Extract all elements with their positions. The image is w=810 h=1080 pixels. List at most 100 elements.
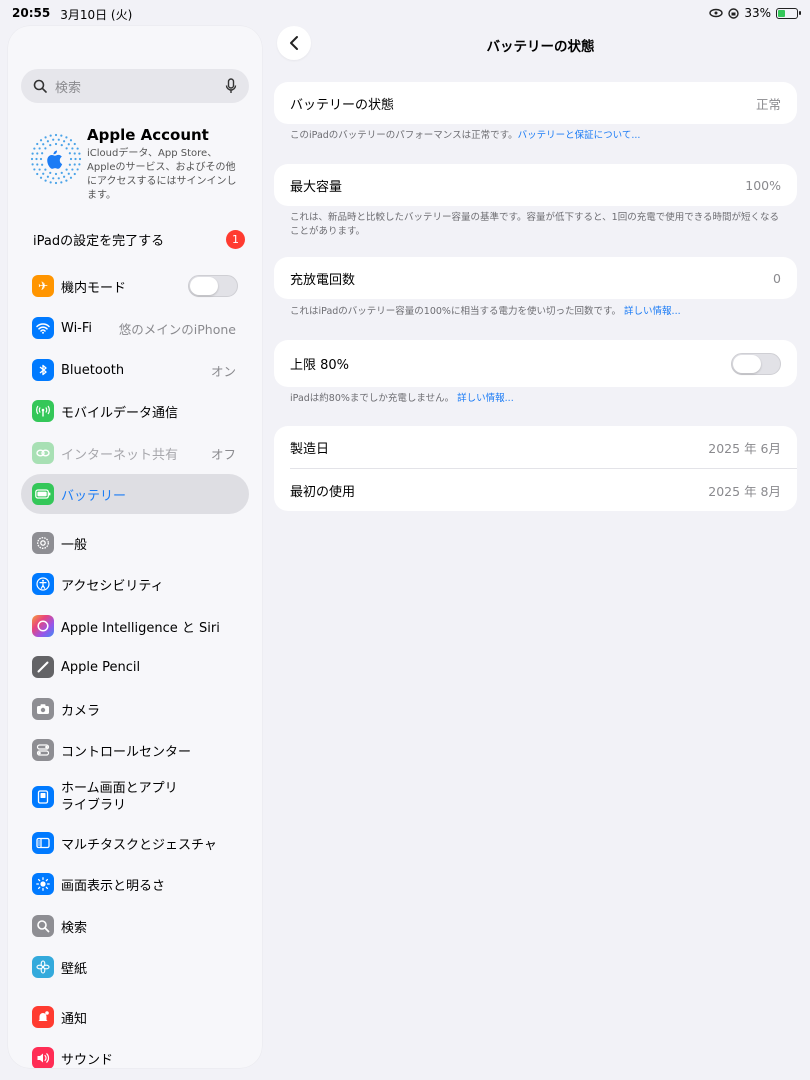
gear-icon — [32, 532, 54, 554]
link-icon — [709, 8, 724, 18]
microphone-icon[interactable] — [225, 78, 237, 94]
notification-icon — [32, 1006, 54, 1028]
cycle-count-value: 0 — [773, 270, 781, 286]
orientation-lock-icon — [728, 7, 740, 19]
sidebar-item-wifi[interactable]: Wi-Fi 悠のメインのiPhone — [21, 308, 249, 348]
cycle-count-note: これはiPadのバッテリー容量の100%に相当する電力を使い切った回数です。 詳… — [290, 305, 780, 319]
sidebar-item-sounds[interactable]: サウンド — [21, 1038, 249, 1068]
airplane-mode-toggle[interactable] — [188, 275, 238, 297]
manufacture-date-value: 2025 年 6月 — [708, 440, 781, 456]
sidebar-item-battery[interactable]: バッテリー — [21, 474, 249, 514]
sidebar-item-label: カメラ — [61, 703, 101, 719]
sidebar-item-value: オフ — [210, 446, 236, 462]
battery-warranty-link[interactable]: バッテリーと保証について... — [518, 130, 641, 141]
sidebar-item-bluetooth[interactable]: Bluetooth オン — [21, 350, 249, 390]
wifi-icon — [32, 317, 54, 339]
sidebar-item-label: Bluetooth — [61, 362, 125, 378]
max-capacity-value: 100% — [745, 177, 781, 193]
wallpaper-icon — [32, 956, 54, 978]
charge-limit-toggle[interactable] — [731, 353, 781, 375]
hotspot-icon — [32, 442, 54, 464]
battery-health-note: このiPadのバッテリーのパフォーマンスは正常です。バッテリーと保証について..… — [290, 129, 780, 143]
sidebar-item-cellular[interactable]: モバイルデータ通信 — [21, 391, 249, 431]
search-icon — [32, 915, 54, 937]
charge-limit-label: 上限 80% — [290, 358, 350, 373]
sidebar: 検索 Apple Account iCloudデータ、App Store、App… — [8, 26, 262, 1068]
status-time: 20:55 — [12, 6, 51, 20]
sidebar-item-label: 通知 — [61, 1011, 88, 1027]
sidebar-item-label: 壁紙 — [61, 961, 88, 977]
camera-icon — [32, 698, 54, 720]
antenna-icon — [32, 400, 54, 422]
search-field[interactable]: 検索 — [21, 69, 249, 103]
sidebar-item-value: 悠のメインのiPhone — [118, 321, 236, 337]
max-capacity-row: 最大容量 100% — [274, 164, 797, 206]
sidebar-item-control-center[interactable]: コントロールセンター — [21, 730, 249, 770]
sidebar-item-value: オン — [210, 363, 236, 379]
sidebar-item-label: Wi-Fi — [61, 320, 93, 336]
battery-health-card: バッテリーの状態 正常 — [274, 82, 797, 124]
sidebar-item-label: 一般 — [61, 537, 88, 553]
battery-health-note-text: このiPadのバッテリーのパフォーマンスは正常です。 — [290, 130, 518, 141]
sidebar-item-label: 画面表示と明るさ — [61, 878, 166, 894]
battery-percent: 33% — [744, 6, 771, 20]
first-use-label: 最初の使用 — [290, 484, 356, 500]
apple-account-avatar-icon — [30, 133, 82, 185]
home-screen-icon — [32, 786, 54, 808]
sidebar-item-apple-pencil[interactable]: Apple Pencil — [21, 647, 249, 687]
charge-limit-card: 上限 80% — [274, 340, 797, 387]
max-capacity-label: 最大容量 — [290, 179, 343, 195]
max-capacity-card: 最大容量 100% — [274, 164, 797, 206]
manufacture-date-label: 製造日 — [290, 441, 330, 457]
sidebar-item-general[interactable]: 一般 — [21, 523, 249, 563]
cycle-count-learn-more-link[interactable]: 詳しい情報... — [624, 306, 681, 317]
sidebar-item-label: ホーム画面とアプリ ライブラリ — [61, 780, 178, 814]
sidebar-item-label: コントロールセンター — [61, 744, 192, 760]
first-use-row: 最初の使用 2025 年 8月 — [274, 469, 797, 511]
airplane-icon: ✈ — [32, 275, 54, 297]
accessibility-icon — [32, 573, 54, 595]
charge-limit-learn-more-link[interactable]: 詳しい情報... — [457, 393, 514, 404]
battery-health-row[interactable]: バッテリーの状態 正常 — [274, 82, 797, 124]
sidebar-item-label-line2: ライブラリ — [61, 798, 127, 813]
sidebar-item-label: アクセシビリティ — [61, 578, 164, 594]
sidebar-item-display-brightness[interactable]: 画面表示と明るさ — [21, 864, 249, 904]
sidebar-item-camera[interactable]: カメラ — [21, 689, 249, 729]
sidebar-item-label: サウンド — [61, 1052, 114, 1068]
sidebar-item-accessibility[interactable]: アクセシビリティ — [21, 564, 249, 604]
setup-badge: 1 — [226, 230, 245, 249]
pencil-icon — [32, 656, 54, 678]
sidebar-item-search[interactable]: 検索 — [21, 906, 249, 946]
cycle-count-card: 充放電回数 0 — [274, 257, 797, 299]
sidebar-item-personal-hotspot: インターネット共有 オフ — [21, 433, 249, 473]
battery-status-icon — [776, 7, 801, 19]
sidebar-item-label: 検索 — [61, 920, 88, 936]
status-date: 3月10日 (火) — [60, 8, 133, 22]
status-bar: 20:55 3月10日 (火) 33% — [0, 0, 810, 26]
sidebar-item-home-screen[interactable]: ホーム画面とアプリ ライブラリ — [21, 774, 249, 820]
finish-setup-row[interactable]: iPadの設定を完了する 1 — [33, 228, 245, 250]
bluetooth-icon — [32, 359, 54, 381]
sound-icon — [32, 1047, 54, 1068]
sidebar-item-label: Apple Pencil — [61, 659, 141, 675]
account-title: Apple Account — [87, 126, 209, 144]
manufacture-date-row: 製造日 2025 年 6月 — [274, 426, 797, 468]
sidebar-item-apple-intelligence-siri[interactable]: Apple Intelligence と Siri — [21, 606, 249, 646]
control-center-icon — [32, 739, 54, 761]
battery-health-value: 正常 — [755, 96, 781, 112]
battery-icon — [32, 483, 54, 505]
magnifier-icon — [33, 79, 47, 93]
sidebar-item-airplane-mode[interactable]: ✈ 機内モード — [21, 266, 249, 306]
cycle-count-row: 充放電回数 0 — [274, 257, 797, 299]
page-title: バッテリーの状態 — [486, 39, 595, 55]
finish-setup-label: iPadの設定を完了する — [33, 233, 165, 249]
siri-icon — [32, 615, 54, 637]
multitask-icon — [32, 832, 54, 854]
sidebar-item-multitasking[interactable]: マルチタスクとジェスチャ — [21, 823, 249, 863]
sidebar-item-wallpaper[interactable]: 壁紙 — [21, 947, 249, 987]
sidebar-item-notifications[interactable]: 通知 — [21, 997, 249, 1037]
sidebar-item-label: バッテリー — [61, 488, 127, 504]
account-subtitle: iCloudデータ、App Store、Appleのサービス、およびその他にアク… — [87, 148, 237, 201]
apple-account-row[interactable]: Apple Account iCloudデータ、App Store、Appleの… — [30, 123, 250, 203]
sidebar-item-label: インターネット共有 — [61, 447, 179, 463]
